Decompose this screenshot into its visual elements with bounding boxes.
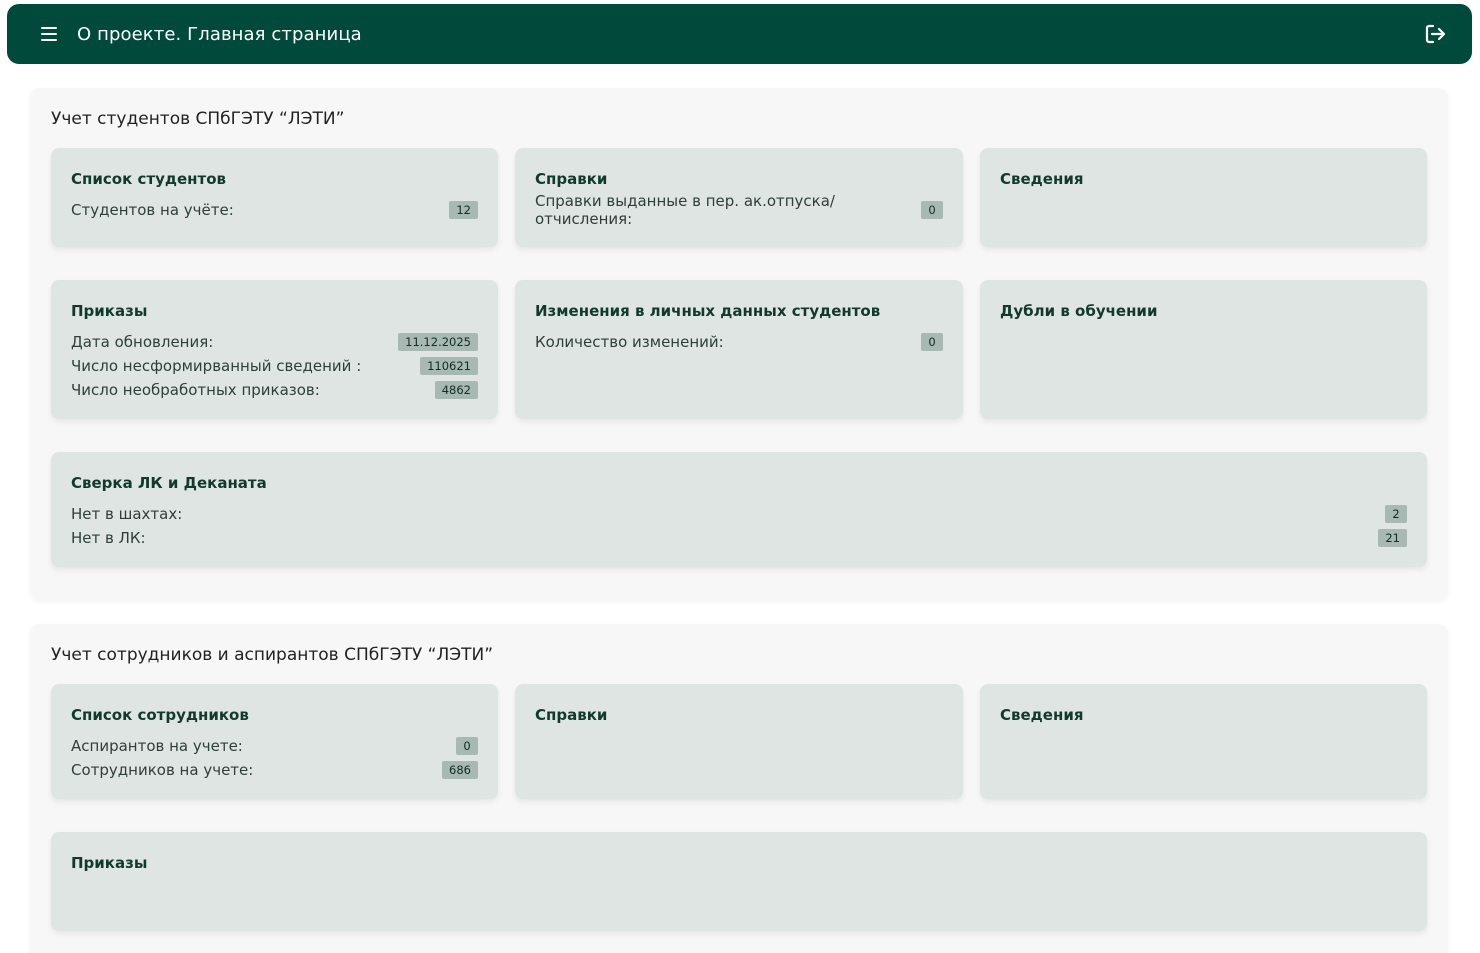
- count-badge: 2: [1385, 505, 1407, 523]
- card-title: Список сотрудников: [71, 706, 249, 724]
- row-label: Число необработных приказов:: [71, 381, 320, 399]
- students-list-card[interactable]: Список студентов Студентов на учёте: 12: [51, 148, 498, 247]
- card-row: Справки выданные в пер. ак.отпуска/отчис…: [535, 192, 943, 228]
- card-title: Приказы: [71, 302, 148, 320]
- card-title: Сведения: [1000, 706, 1084, 724]
- menu-icon[interactable]: [41, 27, 57, 41]
- staff-orders-card[interactable]: Приказы: [51, 832, 1427, 931]
- staff-section: Учет сотрудников и аспирантов СПбГЭТУ “Л…: [30, 624, 1448, 953]
- count-badge: 0: [921, 333, 943, 351]
- staff-section-title: Учет сотрудников и аспирантов СПбГЭТУ “Л…: [51, 645, 493, 665]
- card-row: Дата обновления: 11.12.2025: [71, 330, 478, 354]
- card-title: Изменения в личных данных студентов: [535, 302, 881, 320]
- card-title: Справки: [535, 170, 608, 188]
- students-info-card[interactable]: Сведения: [980, 148, 1427, 247]
- card-row: Сотрудников на учете: 686: [71, 758, 478, 782]
- top-app-bar: О проекте. Главная страница: [7, 4, 1472, 64]
- students-section: Учет студентов СПбГЭТУ “ЛЭТИ” Список сту…: [30, 88, 1448, 600]
- card-title: Сверка ЛК и Деканата: [71, 474, 267, 492]
- count-badge: 12: [449, 201, 478, 219]
- students-certificates-card[interactable]: Справки Справки выданные в пер. ак.отпус…: [515, 148, 963, 247]
- card-row: Число несформирванный сведений : 110621: [71, 354, 478, 378]
- count-badge: 0: [456, 737, 478, 755]
- card-title: Приказы: [71, 854, 148, 872]
- row-label: Справки выданные в пер. ак.отпуска/отчис…: [535, 192, 835, 228]
- staff-certificates-card[interactable]: Справки: [515, 684, 963, 799]
- students-section-title: Учет студентов СПбГЭТУ “ЛЭТИ”: [51, 109, 345, 129]
- row-label: Студентов на учёте:: [71, 201, 234, 219]
- students-duplicates-card[interactable]: Дубли в обучении: [980, 280, 1427, 419]
- staff-list-card[interactable]: Список сотрудников Аспирантов на учете: …: [51, 684, 498, 799]
- students-orders-card[interactable]: Приказы Дата обновления: 11.12.2025 Числ…: [51, 280, 498, 419]
- card-title: Список студентов: [71, 170, 226, 188]
- card-title: Сведения: [1000, 170, 1084, 188]
- logout-icon[interactable]: [1424, 22, 1448, 46]
- count-badge: 21: [1378, 529, 1407, 547]
- card-title: Дубли в обучении: [1000, 302, 1158, 320]
- row-label: Число несформирванный сведений :: [71, 357, 362, 375]
- card-title: Справки: [535, 706, 608, 724]
- card-row: Число необработных приказов: 4862: [71, 378, 478, 402]
- students-changes-card[interactable]: Изменения в личных данных студентов Коли…: [515, 280, 963, 419]
- row-label: Дата обновления:: [71, 333, 214, 351]
- row-label: Количество изменений:: [535, 333, 724, 351]
- count-badge: 110621: [420, 357, 478, 375]
- row-label: Нет в шахтах:: [71, 505, 183, 523]
- date-badge: 11.12.2025: [398, 333, 478, 351]
- row-label: Аспирантов на учете:: [71, 737, 243, 755]
- count-badge: 4862: [434, 381, 478, 399]
- staff-info-card[interactable]: Сведения: [980, 684, 1427, 799]
- count-badge: 0: [921, 201, 943, 219]
- page-title: О проекте. Главная страница: [77, 23, 362, 45]
- row-label: Нет в ЛК:: [71, 529, 146, 547]
- card-row: Нет в ЛК: 21: [71, 526, 1407, 550]
- card-row: Количество изменений: 0: [535, 330, 943, 354]
- count-badge: 686: [442, 761, 478, 779]
- card-row: Нет в шахтах: 2: [71, 502, 1407, 526]
- card-row: Аспирантов на учете: 0: [71, 734, 478, 758]
- students-reconcile-card[interactable]: Сверка ЛК и Деканата Нет в шахтах: 2 Нет…: [51, 452, 1427, 567]
- row-label: Сотрудников на учете:: [71, 761, 254, 779]
- card-row: Студентов на учёте: 12: [71, 198, 478, 222]
